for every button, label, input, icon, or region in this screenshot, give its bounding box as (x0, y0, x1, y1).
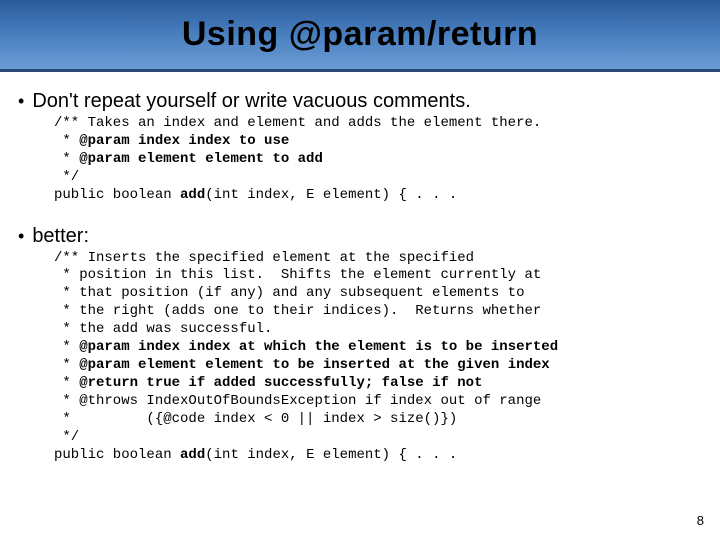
bullet-1-text: Don't repeat yourself or write vacuous c… (32, 90, 470, 113)
code-bold: @param element element to add (79, 151, 323, 167)
bullet-2-text: better: (32, 225, 89, 248)
code-block-bad: /** Takes an index and element and adds … (54, 115, 702, 205)
code-bold: @return true if added successfully; fals… (79, 375, 482, 391)
code-bold: add (180, 187, 205, 203)
slide-title: Using @param/return (182, 15, 538, 54)
bullet-dot-icon: • (18, 92, 24, 110)
slide-content: • Don't repeat yourself or write vacuous… (0, 72, 720, 464)
code-line: /** Takes an index and element and adds … (54, 115, 541, 131)
code-line: */ (54, 169, 79, 185)
code-line: public boolean (54, 187, 180, 203)
code-line: public boolean (54, 447, 180, 463)
code-line: * position in this list. Shifts the elem… (54, 267, 541, 283)
page-number: 8 (697, 513, 704, 528)
code-block-good: /** Inserts the specified element at the… (54, 250, 702, 465)
title-bar: Using @param/return (0, 0, 720, 72)
code-line: (int index, E element) { . . . (205, 187, 457, 203)
code-line: (int index, E element) { . . . (205, 447, 457, 463)
bullet-2: • better: (18, 225, 702, 248)
code-line: /** Inserts the specified element at the… (54, 250, 474, 266)
slide-container: Using @param/return • Don't repeat yours… (0, 0, 720, 540)
code-line: * (54, 375, 79, 391)
bullet-dot-icon: • (18, 227, 24, 245)
code-line: * ({@code index < 0 || index > size()}) (54, 411, 457, 427)
code-line: * (54, 133, 79, 149)
bullet-1: • Don't repeat yourself or write vacuous… (18, 90, 702, 113)
code-line: * (54, 339, 79, 355)
code-bold: add (180, 447, 205, 463)
code-bold: @param element element to be inserted at… (79, 357, 549, 373)
code-line: * that position (if any) and any subsequ… (54, 285, 524, 301)
code-line: * (54, 151, 79, 167)
code-line: * the add was successful. (54, 321, 272, 337)
code-line: * @throws IndexOutOfBoundsException if i… (54, 393, 541, 409)
code-line: * (54, 357, 79, 373)
code-line: * the right (adds one to their indices).… (54, 303, 541, 319)
code-bold: @param index index at which the element … (79, 339, 558, 355)
code-bold: @param index index to use (79, 133, 289, 149)
code-line: */ (54, 429, 79, 445)
